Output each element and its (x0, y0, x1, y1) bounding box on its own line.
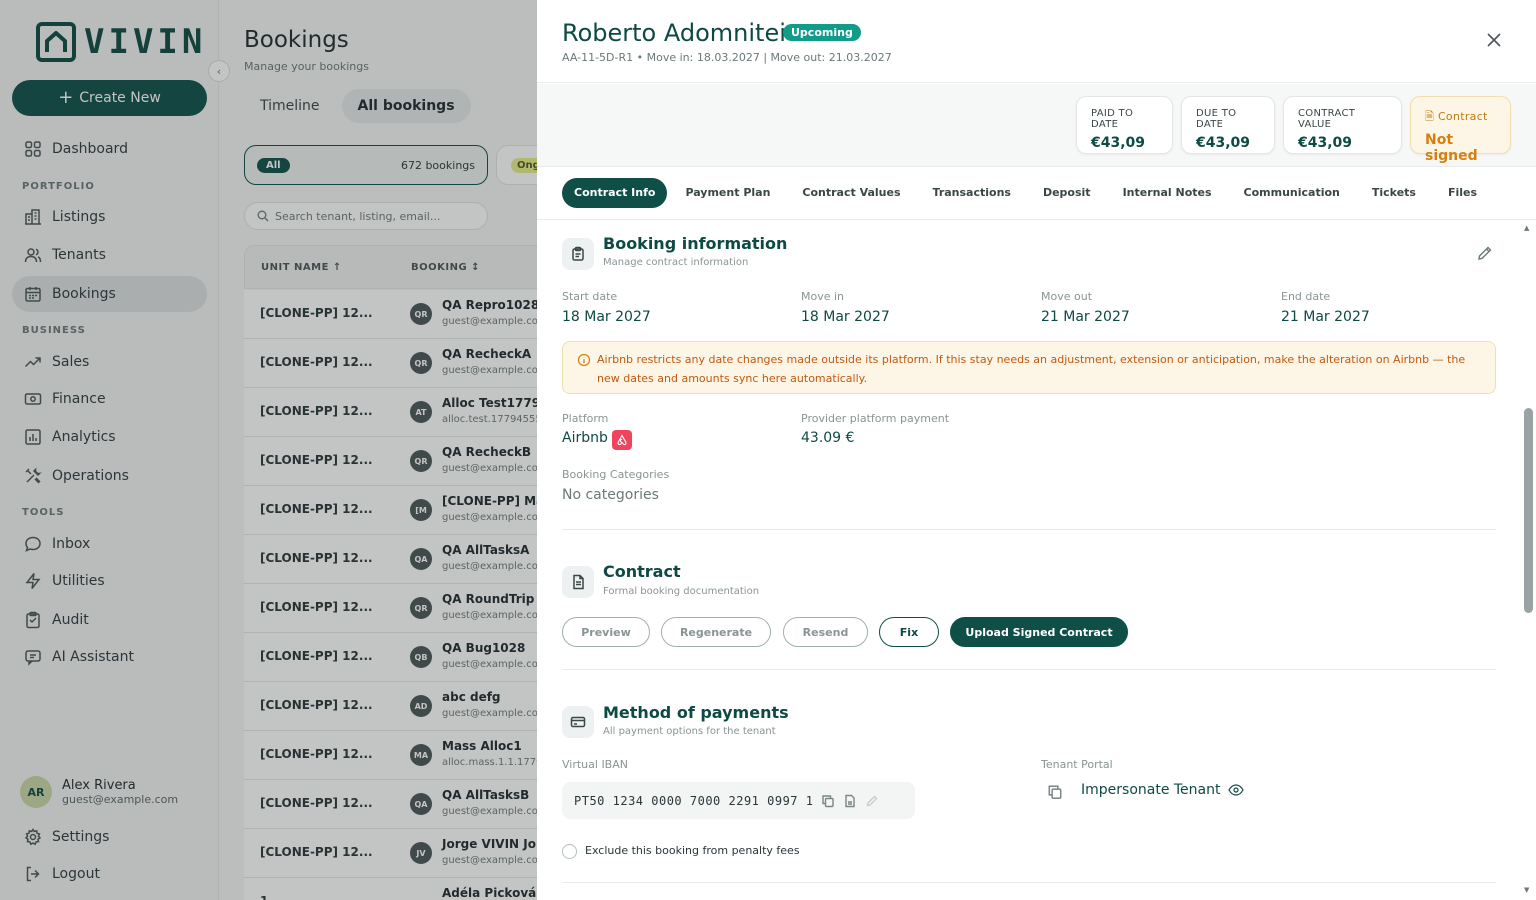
status-badge: Upcoming (783, 24, 861, 41)
virtual-iban-field: PT50 1234 0000 7000 2291 0997 1 (562, 782, 915, 819)
contract-icon (562, 566, 594, 598)
tab-tickets[interactable]: Tickets (1360, 178, 1428, 208)
platform-value: Airbnb (562, 430, 608, 446)
provider-payment-value: 43.09 € (801, 430, 855, 446)
upload-signed-contract-button[interactable]: Upload Signed Contract (950, 617, 1128, 647)
eye-icon (1228, 784, 1244, 796)
tab-contract-info[interactable]: Contract Info (562, 178, 668, 208)
alert-text: Airbnb restricts any date changes made o… (597, 353, 1466, 385)
booking-info-subtitle: Manage contract information (603, 257, 749, 268)
detail-tabs: Contract Info Payment Plan Contract Valu… (562, 178, 1489, 208)
document-icon: 🗎 (1425, 110, 1435, 123)
booking-categories-value: No categories (562, 487, 659, 503)
tab-deposit[interactable]: Deposit (1031, 178, 1103, 208)
pencil-icon[interactable] (1476, 244, 1494, 262)
kpi-contract-status[interactable]: 🗎 Contract Not signed (1410, 96, 1511, 164)
kpi-label: PAID TO DATE (1091, 108, 1134, 130)
contract-label: Contract (1437, 110, 1488, 123)
kpi-paid-to-date: PAID TO DATE €43,09 (1076, 96, 1173, 154)
tab-internal-notes[interactable]: Internal Notes (1111, 178, 1224, 208)
provider-payment-label: Provider platform payment (801, 412, 950, 425)
kpi-value: €43,09 (1298, 135, 1353, 151)
contract-subtitle: Formal booking documentation (603, 586, 760, 597)
tab-transactions[interactable]: Transactions (921, 178, 1023, 208)
move-in-value: 18 Mar 2027 (801, 309, 890, 325)
close-icon[interactable] (1484, 30, 1504, 50)
booking-info-icon (562, 238, 594, 270)
kpi-value: €43,09 (1091, 135, 1146, 151)
booking-info-title: Booking information (603, 234, 788, 253)
copy-icon[interactable] (1047, 784, 1063, 800)
tabs-divider (537, 219, 1536, 220)
impersonate-tenant-label: Impersonate Tenant (1081, 782, 1221, 798)
payments-title: Method of payments (603, 703, 789, 722)
section-divider (562, 882, 1496, 883)
impersonate-tenant-link[interactable]: Impersonate Tenant (1081, 782, 1244, 798)
tenant-name: Roberto Adomnitei (562, 19, 786, 47)
kpi-label: 🗎 Contract (1425, 108, 1496, 127)
booking-meta: AA-11-5D-R1 • Move in: 18.03.2027 | Move… (562, 51, 892, 64)
tab-files[interactable]: Files (1436, 178, 1489, 208)
booking-categories-label: Booking Categories (562, 468, 670, 481)
section-divider (562, 669, 1496, 670)
resend-button[interactable]: Resend (783, 617, 868, 647)
payments-subtitle: All payment options for the tenant (603, 726, 776, 737)
kpi-value: €43,09 (1196, 135, 1251, 151)
move-out-value: 21 Mar 2027 (1041, 309, 1130, 325)
kpi-contract-value: CONTRACT VALUE €43,09 (1283, 96, 1402, 154)
move-in-label: Move in (801, 290, 845, 303)
scroll-down-arrow[interactable]: ▼ (1524, 886, 1529, 894)
drawer-header: Roberto Adomnitei Upcoming AA-11-5D-R1 •… (537, 0, 1536, 83)
kpi-due-to-date: DUE TO DATE €43,09 (1181, 96, 1275, 154)
airbnb-alert: Airbnb restricts any date changes made o… (562, 341, 1496, 394)
payment-card-icon (562, 706, 594, 738)
document-icon[interactable] (843, 794, 857, 808)
section-divider (562, 529, 1496, 530)
tenant-portal-label: Tenant Portal (1041, 758, 1113, 771)
kpi-band: PAID TO DATE €43,09 DUE TO DATE €43,09 C… (537, 84, 1536, 167)
platform-label: Platform (562, 412, 609, 425)
regenerate-button[interactable]: Regenerate (661, 617, 771, 647)
copy-icon[interactable] (821, 794, 835, 808)
airbnb-logo-icon (612, 430, 632, 450)
exclude-penalty-radio[interactable] (562, 844, 577, 859)
scroll-up-arrow[interactable]: ▲ (1524, 224, 1529, 232)
contract-title: Contract (603, 562, 681, 581)
fix-button[interactable]: Fix (879, 617, 939, 647)
info-icon (577, 353, 591, 367)
exclude-penalty-label: Exclude this booking from penalty fees (585, 844, 800, 857)
tab-payment-plan[interactable]: Payment Plan (673, 178, 782, 208)
tab-communication[interactable]: Communication (1232, 178, 1352, 208)
booking-detail-drawer: Roberto Adomnitei Upcoming AA-11-5D-R1 •… (537, 0, 1536, 900)
start-date-value: 18 Mar 2027 (562, 309, 651, 325)
virtual-iban-label: Virtual IBAN (562, 758, 628, 771)
pencil-icon[interactable] (865, 794, 879, 808)
start-date-label: Start date (562, 290, 618, 303)
end-date-label: End date (1281, 290, 1331, 303)
tab-contract-values[interactable]: Contract Values (790, 178, 912, 208)
modal-backdrop[interactable] (0, 0, 537, 900)
scrollbar-thumb[interactable] (1524, 408, 1533, 613)
preview-button[interactable]: Preview (562, 617, 650, 647)
kpi-label: DUE TO DATE (1196, 108, 1237, 130)
virtual-iban-value: PT50 1234 0000 7000 2291 0997 1 (574, 793, 814, 808)
end-date-value: 21 Mar 2027 (1281, 309, 1370, 325)
contract-status-value: Not signed (1425, 132, 1478, 164)
move-out-label: Move out (1041, 290, 1093, 303)
kpi-label: CONTRACT VALUE (1298, 108, 1356, 130)
